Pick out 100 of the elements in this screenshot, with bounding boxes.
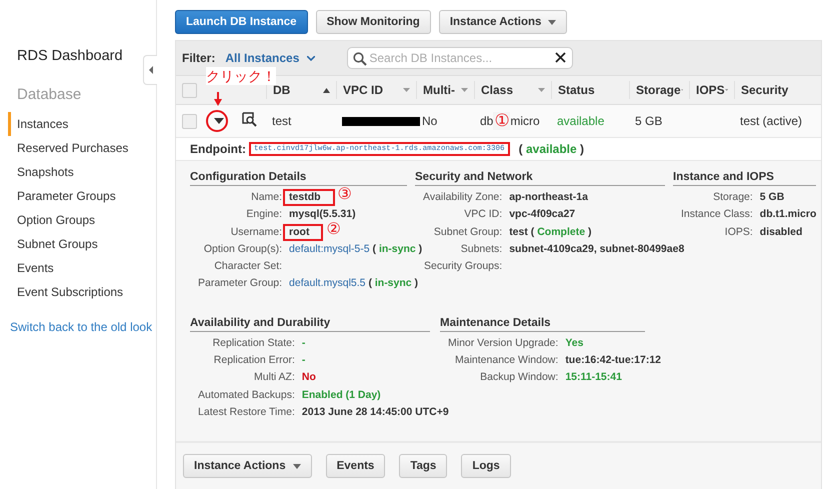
table-cell-text: test (active) <box>739 114 804 128</box>
field-value: Enabled (1 Day) <box>302 388 381 403</box>
action-button[interactable]: Logs <box>461 454 511 478</box>
sidebar-item[interactable]: Parameter Groups <box>8 184 156 208</box>
sidebar-item[interactable]: Snapshots <box>8 160 156 184</box>
section-title: Availability and Durability <box>190 316 430 332</box>
action-button[interactable]: Tags <box>399 454 448 478</box>
field-label: Maintenance Window: <box>454 353 558 368</box>
section-heading: Database <box>17 86 82 103</box>
field-label: Backup Window: <box>479 370 558 386</box>
column-header[interactable]: Security <box>734 81 821 99</box>
caret-icon <box>403 88 410 92</box>
table-cell-text: No <box>421 114 438 128</box>
field-label: Replication Error: <box>212 353 295 368</box>
action-button[interactable]: Launch DB Instance <box>175 10 308 34</box>
field-label: Storage: <box>712 190 753 205</box>
field-value: 15:11-15:41 <box>565 370 622 386</box>
marker-number: ③ <box>338 186 352 204</box>
caret-icon <box>307 56 316 60</box>
field-label: VPC ID: <box>463 207 502 222</box>
field-label: Parameter Group: <box>198 276 282 292</box>
table-cell: micro <box>510 114 540 128</box>
table-cell: db <box>480 114 494 128</box>
field-value: testdb <box>289 191 321 204</box>
field-label: Multi AZ: <box>253 370 295 386</box>
field-value: tue:16:42-tue:17:12 <box>565 353 662 368</box>
field-value: default.mysql5.5 ( in-sync ) <box>289 276 418 292</box>
sidebar-item[interactable]: Event Subscriptions <box>8 280 156 304</box>
field-value: Yes <box>565 336 584 351</box>
column-header[interactable]: IOPS <box>689 81 734 99</box>
column-header[interactable]: Class <box>474 81 551 99</box>
field-value: mysql(5.5.31) <box>289 207 356 222</box>
field-label: Character Set: <box>213 259 282 274</box>
sidebar-item[interactable]: Option Groups <box>8 208 156 232</box>
field-label: Availability Zone: <box>423 190 502 205</box>
filter-dropdown[interactable]: All Instances <box>225 51 316 65</box>
sidebar-item[interactable]: Reserved Purchases <box>8 136 156 160</box>
field-label: Automated Backups: <box>198 388 295 403</box>
field-label: Subnet Group: <box>432 224 502 240</box>
field-label: Replication State: <box>212 336 295 351</box>
marker-number: ① <box>493 112 510 130</box>
sidebar-item[interactable]: Instances <box>8 112 156 136</box>
field-value: - <box>302 353 306 368</box>
status-text: available <box>556 114 606 128</box>
field-label: Username: <box>230 224 282 240</box>
details-icon[interactable] <box>242 112 257 127</box>
field-value: 2013 June 28 14:45:00 UTC+9 <box>302 404 449 420</box>
section-title: Maintenance Details <box>440 316 645 332</box>
field-value: ap-northeast-1a <box>509 190 588 205</box>
dashboard-title: RDS Dashboard <box>17 48 124 66</box>
search-icon <box>353 52 368 66</box>
old-look-link[interactable]: Switch back to the old look <box>10 320 152 334</box>
caret-icon <box>214 118 224 124</box>
menu-button[interactable]: Instance Actions <box>438 10 568 34</box>
field-label: IOPS: <box>724 224 753 240</box>
endpoint-label: Endpoint: <box>190 142 246 156</box>
action-button[interactable]: Events <box>326 454 386 478</box>
marker-number: ② <box>326 220 340 239</box>
field-label: Minor Version Upgrade: <box>448 336 558 351</box>
field-label: Security Groups: <box>423 259 502 274</box>
arrow-icon <box>214 92 222 106</box>
caret-icon <box>548 20 556 24</box>
section-title: Security and Network <box>415 171 665 186</box>
collapse-button[interactable] <box>143 55 157 85</box>
column-header[interactable]: VPC ID <box>336 81 416 99</box>
table-cell-text: test <box>271 114 292 128</box>
select-all-checkbox[interactable] <box>182 82 197 98</box>
column-header[interactable]: Status <box>551 81 629 99</box>
sidebar-item[interactable]: Subnet Groups <box>8 232 156 256</box>
row-checkbox[interactable] <box>182 114 197 128</box>
highlight-ring <box>206 110 228 132</box>
field-label: Instance Class: <box>681 207 753 222</box>
section-title: Instance and IOPS <box>673 171 816 186</box>
caret-icon <box>292 464 301 469</box>
column-header[interactable]: Storage <box>629 81 689 99</box>
field-value: disabled <box>760 224 802 240</box>
action-button[interactable]: Show Monitoring <box>316 10 431 34</box>
caret-icon <box>461 88 468 92</box>
field-label: Name: <box>250 190 282 205</box>
table-cell-text: 5 GB <box>634 114 664 128</box>
section-title: Configuration Details <box>190 171 407 186</box>
field-value: vpc-4f09ca27 <box>509 207 576 222</box>
field-label: Subnets: <box>460 242 502 257</box>
clear-icon[interactable] <box>555 52 566 63</box>
caret-icon <box>148 66 152 74</box>
filter-label: Filter: <box>182 51 216 65</box>
field-label: Latest Restore Time: <box>198 404 295 420</box>
endpoint-status: ( available ) <box>518 142 584 156</box>
sidebar-item[interactable]: Events <box>8 256 156 280</box>
column-header[interactable]: Multi- <box>416 81 474 99</box>
search-field[interactable]: Search DB Instances... <box>347 47 574 69</box>
field-value: subnet-4109ca29, subnet-80499ae8 <box>509 242 684 257</box>
field-value: 5 GB <box>760 190 784 205</box>
menu-button[interactable]: Instance Actions <box>183 454 312 478</box>
field-value: test ( Complete ) <box>509 224 592 240</box>
field-value: No <box>302 370 316 386</box>
field-value: default:mysql-5-5 ( in-sync ) <box>289 242 422 257</box>
caret-icon <box>724 88 728 92</box>
field-value: db.t1.micro <box>760 207 816 222</box>
field-label: Option Group(s): <box>202 242 282 257</box>
